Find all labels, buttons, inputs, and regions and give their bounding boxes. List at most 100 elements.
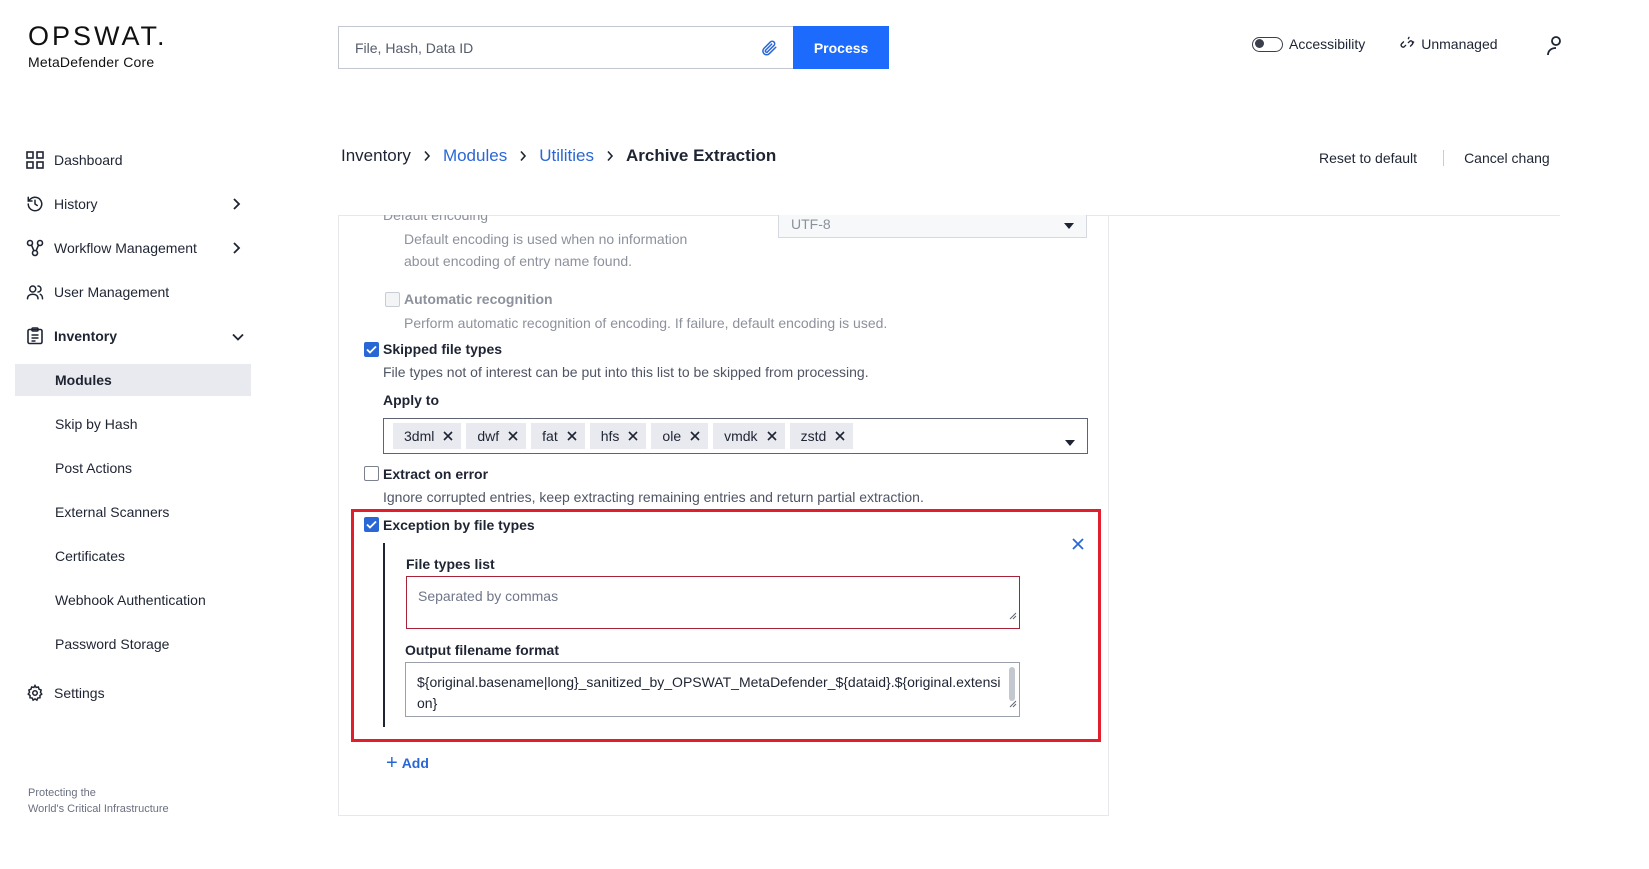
chip-fat: fat bbox=[531, 423, 585, 449]
sidebar-item-label: History bbox=[54, 196, 98, 212]
sidebar-footer: Protecting the World's Critical Infrastr… bbox=[28, 785, 169, 817]
toggle-switch[interactable] bbox=[1252, 36, 1283, 52]
add-label: Add bbox=[401, 755, 429, 771]
sidebar-subitem-external-scanners[interactable]: External Scanners bbox=[15, 490, 251, 534]
chip-hfs: hfs bbox=[589, 423, 647, 449]
broken-link-icon bbox=[1399, 36, 1415, 52]
users-icon bbox=[26, 283, 44, 301]
sidebar: Dashboard History Workflow Management Us… bbox=[15, 138, 251, 715]
paperclip-icon[interactable] bbox=[759, 38, 779, 58]
accessibility-toggle[interactable]: Accessibility bbox=[1252, 36, 1365, 52]
sidebar-subitem-modules[interactable]: Modules bbox=[15, 364, 251, 396]
breadcrumb-inventory[interactable]: Inventory bbox=[341, 146, 411, 166]
file-types-list-input[interactable]: Separated by commas bbox=[406, 576, 1020, 629]
extract-on-error-checkbox[interactable] bbox=[364, 466, 379, 481]
input-line: on} bbox=[417, 695, 438, 711]
automatic-recognition-checkbox[interactable] bbox=[385, 292, 400, 307]
unmanaged-label: Unmanaged bbox=[1421, 36, 1498, 52]
sidebar-item-settings[interactable]: Settings bbox=[15, 671, 251, 715]
close-icon[interactable] bbox=[766, 431, 777, 441]
sidebar-item-dashboard[interactable]: Dashboard bbox=[15, 138, 251, 182]
gear-icon bbox=[26, 684, 44, 702]
caret-down-icon bbox=[1064, 216, 1074, 232]
caret-down-icon[interactable] bbox=[1065, 433, 1075, 451]
sidebar-item-label: Dashboard bbox=[54, 152, 123, 168]
chip-label: 3dml bbox=[404, 428, 435, 444]
sidebar-subitem-skip-by-hash[interactable]: Skip by Hash bbox=[15, 402, 251, 446]
extract-on-error-desc: Ignore corrupted entries, keep extractin… bbox=[383, 489, 924, 505]
user-icon[interactable] bbox=[1546, 35, 1562, 62]
chevron-down-icon[interactable] bbox=[231, 329, 245, 345]
desc-line: about encoding of entry name found. bbox=[404, 253, 633, 269]
divider bbox=[1443, 150, 1445, 166]
sidebar-item-user-management[interactable]: User Management bbox=[15, 270, 251, 314]
chevron-right-icon[interactable] bbox=[231, 241, 241, 258]
sidebar-item-label: Inventory bbox=[54, 328, 118, 344]
checkmark-icon bbox=[366, 520, 377, 529]
placeholder-text: Separated by commas bbox=[418, 588, 559, 604]
sidebar-item-label: Settings bbox=[54, 685, 105, 701]
resize-handle-icon[interactable] bbox=[1008, 605, 1017, 626]
chevron-right-icon bbox=[519, 150, 527, 162]
breadcrumb-utilities[interactable]: Utilities bbox=[539, 146, 594, 166]
default-encoding-select[interactable]: UTF-8 bbox=[778, 215, 1087, 238]
opswat-logo[interactable]: OPSWAT. MetaDefender Core bbox=[28, 22, 168, 70]
apply-to-multiselect[interactable]: 3dml dwf fat hfs ole vmdk zstd bbox=[383, 418, 1088, 454]
product-name: MetaDefender Core bbox=[28, 54, 155, 70]
chip-3dml: 3dml bbox=[393, 423, 462, 449]
close-icon[interactable] bbox=[1072, 537, 1084, 555]
chip-label: hfs bbox=[600, 428, 620, 444]
close-icon[interactable] bbox=[443, 431, 453, 441]
sidebar-subitem-post-actions[interactable]: Post Actions bbox=[15, 446, 251, 490]
close-icon[interactable] bbox=[567, 431, 577, 441]
sidebar-item-workflow-management[interactable]: Workflow Management bbox=[15, 226, 251, 270]
page-actions: Reset to default Cancel chang bbox=[1319, 150, 1550, 166]
unmanaged-status[interactable]: Unmanaged bbox=[1399, 36, 1498, 52]
search-box bbox=[338, 26, 794, 69]
automatic-recognition-desc: Perform automatic recognition of encodin… bbox=[404, 315, 888, 331]
clipboard-icon bbox=[26, 327, 44, 345]
select-value: UTF-8 bbox=[791, 216, 831, 232]
output-filename-format-input[interactable]: ${original.basename|long}_sanitized_by_O… bbox=[405, 662, 1020, 717]
chip-label: ole bbox=[662, 428, 682, 444]
automatic-recognition-title: Automatic recognition bbox=[404, 291, 553, 307]
close-icon[interactable] bbox=[690, 431, 700, 441]
file-types-list-label: File types list bbox=[406, 556, 495, 572]
chevron-right-icon[interactable] bbox=[231, 197, 241, 214]
exception-by-file-types-title: Exception by file types bbox=[383, 517, 535, 533]
search-bar: Process bbox=[338, 26, 889, 69]
input-line: ${original.basename|long}_sanitized_by_O… bbox=[417, 674, 1001, 690]
skipped-file-types-desc: File types not of interest can be put in… bbox=[383, 364, 869, 380]
desc-line: Default encoding is used when no informa… bbox=[404, 231, 688, 247]
skipped-file-types-title: Skipped file types bbox=[383, 341, 503, 357]
sidebar-item-label: User Management bbox=[54, 284, 170, 300]
footer-line: Protecting the bbox=[28, 787, 96, 799]
chevron-right-icon bbox=[606, 150, 614, 162]
process-button[interactable]: Process bbox=[793, 26, 889, 69]
add-button[interactable]: + Add bbox=[386, 753, 429, 773]
chip-label: zstd bbox=[800, 428, 827, 444]
sidebar-subitem-password-storage[interactable]: Password Storage bbox=[15, 622, 251, 666]
settings-card: Default encoding Default encoding is use… bbox=[338, 215, 1109, 816]
sidebar-subitem-webhook-authentication[interactable]: Webhook Authentication bbox=[15, 578, 251, 622]
resize-handle-icon[interactable] bbox=[1008, 693, 1017, 714]
exception-by-file-types-checkbox[interactable] bbox=[364, 517, 379, 532]
header-utilities: Accessibility Unmanaged bbox=[1252, 36, 1498, 52]
search-input[interactable] bbox=[355, 39, 760, 56]
history-icon bbox=[26, 195, 44, 213]
accessibility-label: Accessibility bbox=[1289, 36, 1366, 52]
close-icon[interactable] bbox=[508, 431, 518, 441]
cancel-changes-button[interactable]: Cancel chang bbox=[1464, 150, 1550, 166]
close-icon[interactable] bbox=[835, 431, 845, 441]
extract-on-error-title: Extract on error bbox=[383, 466, 489, 482]
close-icon[interactable] bbox=[628, 431, 638, 441]
skipped-file-types-checkbox[interactable] bbox=[364, 342, 379, 357]
sidebar-item-history[interactable]: History bbox=[15, 182, 251, 226]
sidebar-subitem-certificates[interactable]: Certificates bbox=[15, 534, 251, 578]
breadcrumb-modules[interactable]: Modules bbox=[443, 146, 507, 166]
chip-vmdk: vmdk bbox=[713, 423, 785, 449]
sidebar-item-inventory[interactable]: Inventory bbox=[15, 314, 251, 358]
reset-to-default-button[interactable]: Reset to default bbox=[1319, 150, 1417, 166]
logo-wordmark: OPSWAT. bbox=[28, 21, 168, 51]
output-filename-format-label: Output filename format bbox=[405, 642, 560, 658]
